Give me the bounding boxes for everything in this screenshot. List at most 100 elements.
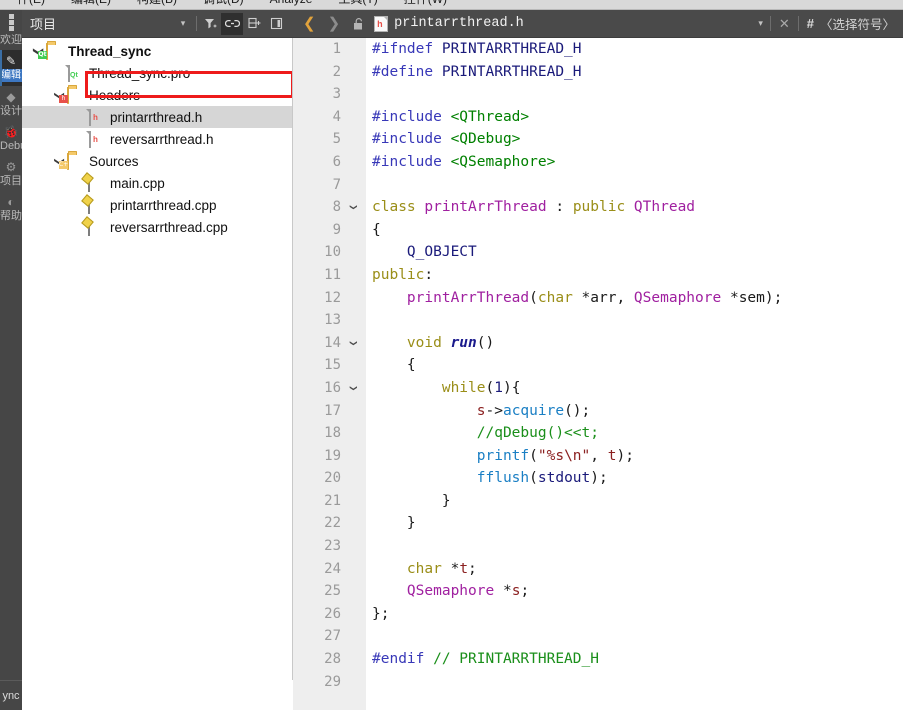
code-line[interactable]: 12 printArrThread(char *arr, QSemaphore … [293,287,903,310]
code-line[interactable]: 3 [293,83,903,106]
mode-selector-bar[interactable]: 欢迎✎编辑◆设计🐞Debug⚙项目◐帮助 ync [0,10,22,710]
code-token: char [537,289,582,306]
code-line[interactable]: 19 printf("%s\n", t); [293,445,903,468]
close-file-icon[interactable]: ✕ [773,16,796,32]
tree-item-printarrthread-cpp[interactable]: printarrthread.cpp [22,194,292,216]
code-text: } [372,490,451,513]
symbol-hash-icon[interactable]: # [801,16,820,31]
mode-item-dots[interactable]: 欢迎 [0,10,22,50]
code-line[interactable]: 17 s->acquire(); [293,400,903,423]
symbol-selector-dropdown[interactable]: 〈选择符号〉 [820,14,903,33]
code-line[interactable]: 2 #define PRINTARRTHREAD_H [293,61,903,84]
mode-item-help[interactable]: ◐ 帮助 [0,191,22,226]
code-line[interactable]: 16 ❯ while(1){ [293,377,903,400]
editor-toolbar[interactable]: ❮ ❯ h printarrthread.h ▾ ✕ # 〈选择符号〉 [293,10,903,38]
menu-item-2[interactable]: 构建(B) [124,0,190,9]
code-token: { [372,357,416,374]
code-line[interactable]: 9{ [293,219,903,242]
line-number: 10 [324,244,341,261]
tree-item-label: Headers [89,87,141,103]
fold-marker-icon[interactable]: ❯ [341,200,364,214]
dropdown-caret-icon[interactable]: ▾ [172,13,194,35]
code-line[interactable]: 4 #include <QThread> [293,106,903,129]
tree-item-thread-sync[interactable]: ❯QtThread_sync [22,40,292,62]
code-line[interactable]: 1 #ifndef PRINTARRTHREAD_H [293,38,903,61]
hide-sidebar-icon[interactable] [265,13,287,35]
code-text: void run() [372,332,494,355]
code-line[interactable]: 29 [293,671,903,694]
mode-item-label: 设计 [0,105,22,117]
code-token: printArrThread [424,199,547,216]
code-line[interactable]: 21 } [293,490,903,513]
code-token: PRINTARRTHREAD_H [441,63,582,80]
mode-item-debug[interactable]: 🐞Debug [0,121,22,156]
code-text: fflush(stdout); [372,467,608,490]
mode-item-design[interactable]: ◆ 设计 [0,86,22,121]
code-line[interactable]: 13 [293,309,903,332]
code-line[interactable]: 8 ❯ class printArrThread : public QThread [293,196,903,219]
code-token: () [476,334,495,351]
link-icon[interactable] [221,12,243,35]
code-token: #include [372,108,451,125]
code-token: Q_OBJECT [372,244,477,261]
code-token: ( [529,289,538,306]
code-line[interactable]: 22 } [293,512,903,535]
tree-item-label: main.cpp [110,175,165,191]
code-line[interactable]: 15 { [293,354,903,377]
filter-icon[interactable] [199,13,221,35]
navigate-back-icon[interactable]: ❮ [297,15,322,33]
code-token: public [572,199,634,216]
fold-marker-icon[interactable]: ❯ [341,381,364,395]
tree-item-reversarrthread-h[interactable]: h reversarrthread.h [22,128,292,150]
project-tree[interactable]: ❯QtThread_syncQtThread_sync.pro❯hHeaders… [22,38,293,680]
code-line[interactable]: 27 [293,625,903,648]
code-token: //qDebug()<<t; [372,425,599,442]
menu-item-5[interactable]: 工具(T) [325,0,390,9]
menu-item-0[interactable]: 件(E) [4,0,58,9]
tree-item-reversarrthread-cpp[interactable]: reversarrthread.cpp [22,216,292,238]
mode-item-label: 欢迎 [0,34,22,46]
tree-item-printarrthread-h[interactable]: h printarrthread.h [22,106,292,128]
code-line[interactable]: 25 QSemaphore *s; [293,580,903,603]
menu-item-4[interactable]: Analyze [257,0,326,9]
toolbar-separator-2 [769,16,771,31]
code-line[interactable]: 5 #include <QDebug> [293,128,903,151]
line-number: 2 [332,63,341,80]
code-editor[interactable]: 1 #ifndef PRINTARRTHREAD_H 2 #define PRINTA… [293,38,903,710]
file-dropdown-caret-icon[interactable]: ▾ [753,18,768,29]
mode-item-project[interactable]: ⚙ 项目 [0,156,22,191]
tree-item-headers[interactable]: ❯hHeaders [22,84,292,106]
tree-item-main-cpp[interactable]: main.cpp [22,172,292,194]
code-line[interactable]: 7 [293,174,903,197]
code-line[interactable]: 20 fflush(stdout); [293,467,903,490]
mode-item-edit[interactable]: ✎ 编辑 [0,50,22,86]
code-token: #endif [372,651,434,668]
code-line[interactable]: 6 #include <QSemaphore> [293,151,903,174]
tree-item-sources[interactable]: ❯C+Sources [22,150,292,172]
menu-item-3[interactable]: 调试(D) [190,0,257,9]
code-line[interactable]: 11 public: [293,264,903,287]
unlock-icon[interactable] [346,13,372,35]
code-line[interactable]: 10 Q_OBJECT [293,241,903,264]
line-number: 16 [324,379,341,396]
header-file-icon: h [88,130,105,148]
code-line[interactable]: 26}; [293,603,903,626]
menu-item-1[interactable]: 编辑(E) [58,0,124,9]
code-line[interactable]: 23 [293,535,903,558]
line-number: 17 [324,402,341,419]
code-line[interactable]: 24 char *t; [293,558,903,581]
code-text: Q_OBJECT [372,241,477,264]
code-line[interactable]: 14 ❯ void run() [293,332,903,355]
code-line[interactable]: 28 #endif // PRINTARRTHREAD_H [293,648,903,671]
menu-item-6[interactable]: 控件(W) [391,0,460,9]
code-text: { [372,354,416,377]
fold-marker-icon[interactable]: ❯ [341,336,364,350]
code-line[interactable]: 18 //qDebug()<<t; [293,422,903,445]
code-text: printArrThread(char *arr, QSemaphore *se… [372,287,782,310]
navigate-forward-icon[interactable]: ❯ [322,15,347,33]
tree-item-thread-sync-pro[interactable]: Qt Thread_sync.pro [22,62,292,84]
menu-bar[interactable]: 件(E)编辑(E)构建(B)调试(D)Analyze工具(T)控件(W) [0,0,903,10]
expand-collapse-icon[interactable] [243,13,265,35]
code-text: char *t; [372,558,477,581]
